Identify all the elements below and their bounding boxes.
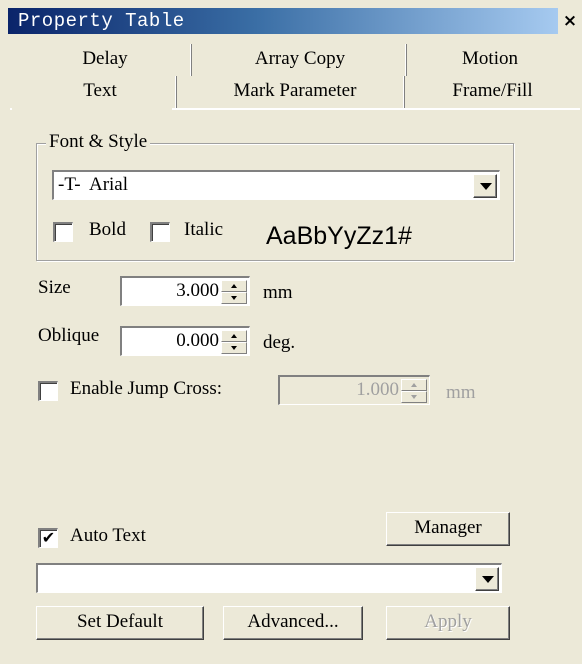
size-spinner[interactable] [221,280,247,304]
auto-text-checkbox[interactable]: ✔ [38,528,58,548]
spin-up-icon[interactable] [221,330,247,342]
title-bar[interactable]: Property Table × [0,8,582,36]
bold-checkbox[interactable] [53,222,73,242]
advanced-button[interactable]: Advanced... [223,606,363,640]
jump-cross-label: Enable Jump Cross: [70,378,222,399]
font-combobox-value: -T- Arial [58,174,129,195]
font-combobox[interactable]: -T- Arial [52,170,500,200]
tab-frame-fill[interactable]: Frame/Fill [410,77,575,107]
jump-cross-checkbox[interactable] [38,381,58,401]
size-unit: mm [263,282,293,303]
tab-divider [175,76,177,110]
font-style-legend: Font & Style [46,131,151,153]
jump-cross-spinner[interactable] [401,379,427,403]
jump-cross-field[interactable]: 1.000 [278,375,430,405]
active-tab-indicator [12,104,172,112]
tab-divider [405,44,407,76]
jump-cross-unit: mm [446,382,476,403]
oblique-unit: deg. [263,332,296,353]
auto-text-combobox[interactable] [36,563,502,593]
manager-button[interactable]: Manager [386,512,510,546]
tab-divider [190,44,192,76]
spin-down-icon[interactable] [221,342,247,354]
set-default-button[interactable]: Set Default [36,606,204,640]
title-strip: Property Table [8,8,558,34]
spin-down-icon[interactable] [221,292,247,304]
size-label: Size [38,277,71,298]
property-table-window: Property Table × Delay Array Copy Motion… [0,0,582,664]
size-field[interactable]: 3.000 [120,276,250,306]
oblique-spinner[interactable] [221,330,247,354]
chevron-down-icon[interactable] [475,567,499,591]
oblique-field[interactable]: 0.000 [120,326,250,356]
spin-up-icon[interactable] [221,280,247,292]
italic-checkbox[interactable] [150,222,170,242]
italic-label: Italic [184,219,224,240]
jump-cross-value: 1.000 [356,379,399,400]
spin-down-icon[interactable] [401,391,427,403]
tab-delay[interactable]: Delay [50,45,160,75]
font-preview-text: AaBbYyZz1# [266,222,412,250]
tab-mark-parameter[interactable]: Mark Parameter [190,77,400,107]
window-title: Property Table [18,10,185,32]
chevron-down-icon[interactable] [473,174,497,198]
oblique-label: Oblique [38,325,100,346]
tab-array-copy[interactable]: Array Copy [205,45,395,75]
auto-text-label: Auto Text [70,525,146,546]
bold-label: Bold [89,219,126,240]
tab-divider [403,76,405,110]
apply-button[interactable]: Apply [386,606,510,640]
oblique-value: 0.000 [176,330,219,351]
close-icon[interactable]: × [560,8,580,34]
tab-text[interactable]: Text [30,77,170,107]
spin-up-icon[interactable] [401,379,427,391]
tab-motion[interactable]: Motion [425,45,555,75]
size-value: 3.000 [176,280,219,301]
